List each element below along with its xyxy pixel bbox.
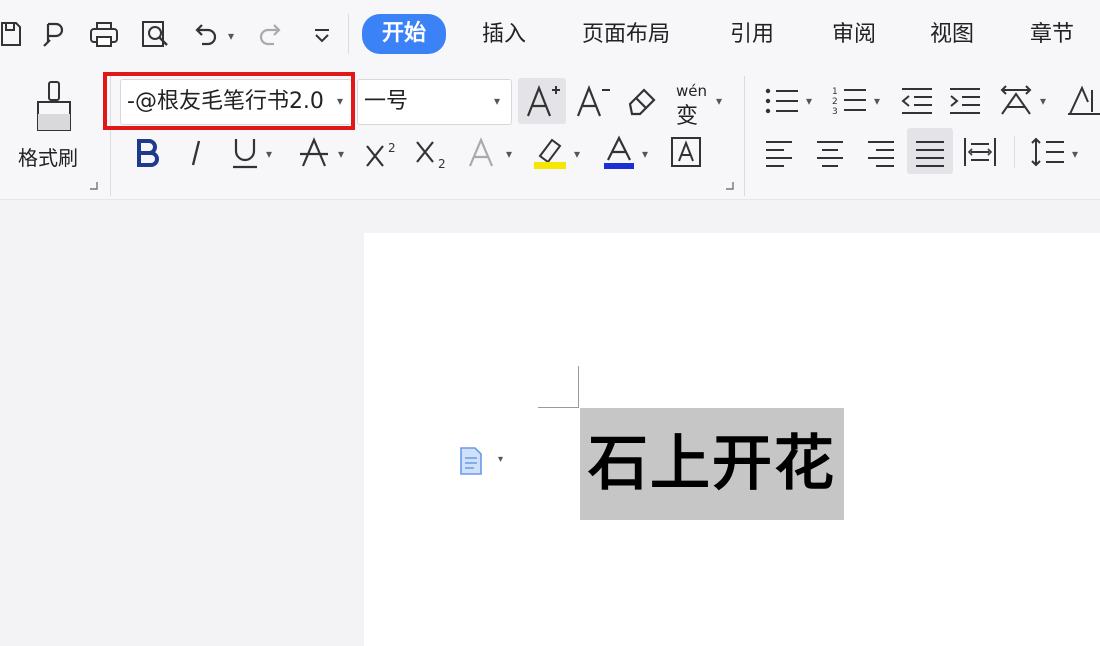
- strikethrough-icon[interactable]: [298, 136, 330, 170]
- align-right-icon[interactable]: [864, 138, 896, 168]
- align-center-icon[interactable]: [814, 138, 846, 168]
- font-color-dropdown-icon[interactable]: ▾: [642, 147, 648, 161]
- undo-dropdown-caret-icon[interactable]: ▾: [228, 29, 234, 43]
- group-separator: [744, 76, 745, 196]
- svg-text:2: 2: [388, 141, 396, 155]
- italic-icon[interactable]: [184, 138, 208, 168]
- clear-formatting-icon[interactable]: [624, 84, 660, 118]
- font-size-select[interactable]: 一号: [357, 79, 512, 125]
- phonetic-guide-dropdown-icon[interactable]: ▾: [716, 94, 722, 108]
- line-spacing-dropdown-icon[interactable]: ▾: [1072, 147, 1078, 161]
- subscript-icon[interactable]: 2: [414, 138, 450, 170]
- svg-text:3: 3: [832, 107, 838, 116]
- line-spacing-icon[interactable]: [1030, 136, 1066, 168]
- svg-text:1: 1: [832, 87, 838, 97]
- selected-text[interactable]: 石上开花: [580, 408, 844, 520]
- justify-icon[interactable]: [914, 138, 946, 168]
- superscript-icon[interactable]: 2: [364, 138, 400, 168]
- paste-options-icon[interactable]: [458, 446, 484, 476]
- save-icon[interactable]: [0, 20, 22, 48]
- svg-text:2: 2: [832, 97, 838, 107]
- paste-options-dropdown-icon[interactable]: ▾: [498, 454, 503, 465]
- numbering-icon[interactable]: 123: [832, 84, 868, 116]
- print-preview-icon[interactable]: [140, 19, 172, 49]
- underline-icon[interactable]: [230, 136, 260, 170]
- redo-icon[interactable]: [258, 22, 284, 48]
- text-effects-dropdown-icon[interactable]: ▾: [506, 147, 512, 161]
- callout-highlight-box: [103, 72, 355, 130]
- font-size-dropdown-icon[interactable]: ▾: [494, 94, 500, 108]
- tab-page-layout[interactable]: 页面布局: [582, 20, 670, 50]
- chinese-layout-icon[interactable]: [998, 84, 1034, 116]
- align-left-icon[interactable]: [764, 138, 796, 168]
- bullets-dropdown-icon[interactable]: ▾: [806, 94, 812, 108]
- text-effects-icon[interactable]: [466, 136, 496, 170]
- tab-view[interactable]: 视图: [930, 20, 974, 50]
- highlight-color-dropdown-icon[interactable]: ▾: [574, 147, 580, 161]
- format-painter-label[interactable]: 格式刷: [18, 142, 78, 171]
- customize-toolbar-icon[interactable]: [312, 26, 332, 46]
- margin-corner-mark: [538, 407, 579, 408]
- format-painter-icon[interactable]: [32, 80, 76, 132]
- tab-references[interactable]: 引用: [730, 20, 774, 50]
- decrease-indent-icon[interactable]: [900, 86, 934, 116]
- highlight-color-icon[interactable]: [532, 134, 568, 170]
- shrink-font-icon[interactable]: [574, 82, 612, 120]
- distributed-align-icon[interactable]: [962, 136, 998, 168]
- margin-corner-mark: [578, 366, 579, 408]
- undo-icon[interactable]: [192, 22, 218, 48]
- underline-dropdown-icon[interactable]: ▾: [266, 147, 272, 161]
- strikethrough-dropdown-icon[interactable]: ▾: [338, 147, 344, 161]
- toolbar-separator: [348, 14, 349, 54]
- chinese-layout-dropdown-icon[interactable]: ▾: [1040, 94, 1046, 108]
- font-dialog-launcher-icon[interactable]: [726, 182, 734, 190]
- font-color-icon[interactable]: [602, 134, 636, 170]
- tab-insert[interactable]: 插入: [482, 20, 526, 50]
- print-icon[interactable]: [88, 20, 120, 48]
- text-direction-icon[interactable]: [1066, 84, 1100, 116]
- export-pdf-icon[interactable]: [40, 20, 70, 50]
- bold-icon[interactable]: [134, 138, 162, 168]
- increase-indent-icon[interactable]: [948, 86, 982, 116]
- tab-home[interactable]: 开始: [362, 14, 447, 54]
- numbering-dropdown-icon[interactable]: ▾: [874, 94, 880, 108]
- grow-font-icon[interactable]: [524, 82, 562, 120]
- clipboard-dialog-launcher-icon[interactable]: [90, 182, 98, 190]
- bullets-icon[interactable]: [764, 86, 800, 116]
- tab-review[interactable]: 审阅: [832, 20, 876, 50]
- tab-sections[interactable]: 章节: [1030, 20, 1074, 50]
- svg-text:2: 2: [438, 157, 446, 170]
- phonetic-guide-char[interactable]: 变: [676, 98, 698, 130]
- group-separator: [1014, 136, 1015, 168]
- character-border-icon[interactable]: [670, 136, 702, 168]
